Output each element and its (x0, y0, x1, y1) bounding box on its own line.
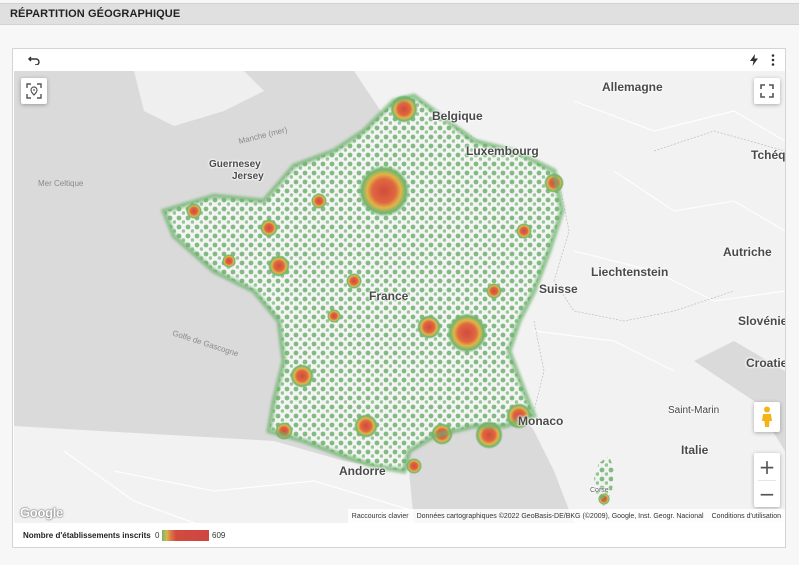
label-allemagne: Allemagne (602, 80, 663, 94)
fullscreen-icon[interactable] (754, 78, 780, 104)
zoom-control: + − (754, 453, 780, 507)
label-andorre: Andorre (339, 464, 386, 478)
legend-min: 0 (155, 531, 160, 540)
label-france: France (369, 289, 409, 303)
label-guernesey: Guernesey (209, 159, 261, 170)
locate-icon[interactable] (21, 78, 47, 104)
label-autriche: Autriche (723, 245, 772, 259)
legend-gradient-bar (162, 530, 209, 541)
pegman-icon[interactable] (754, 402, 780, 432)
label-luxembourg: Luxembourg (466, 144, 539, 158)
label-jersey: Jersey (232, 171, 264, 182)
label-tcheque: Tchéqu (751, 148, 785, 162)
zoom-out-button[interactable]: − (754, 481, 780, 507)
undo-icon[interactable] (25, 51, 43, 69)
section-title: RÉPARTITION GÉOGRAPHIQUE (10, 8, 181, 20)
legend-max: 609 (212, 531, 226, 540)
google-logo: Google (20, 505, 63, 520)
label-corse: Corse (590, 487, 609, 494)
map-card: Allemagne Belgique Luxembourg Tchéqu Man… (12, 48, 786, 548)
map-legend: Nombre d'établissements inscrits 0 609 (13, 525, 785, 547)
heatmap-map[interactable]: Allemagne Belgique Luxembourg Tchéqu Man… (14, 71, 785, 523)
terms-link[interactable]: Conditions d'utilisation (712, 513, 781, 520)
label-saint-marin: Saint-Marin (668, 405, 720, 416)
section-header: RÉPARTITION GÉOGRAPHIQUE (0, 3, 799, 25)
lightning-icon[interactable] (745, 51, 763, 69)
label-slovenie: Slovénie (738, 314, 785, 328)
label-belgique: Belgique (432, 109, 483, 123)
label-italie: Italie (681, 443, 709, 457)
label-monaco: Monaco (518, 414, 564, 428)
label-suisse: Suisse (539, 282, 578, 296)
legend-title: Nombre d'établissements inscrits (23, 531, 151, 540)
label-croatie: Croatie (746, 356, 785, 370)
map-attribution: Raccourcis clavier Données cartographiqu… (347, 509, 785, 523)
map-data-credit: Données cartographiques ©2022 GeoBasis-D… (416, 512, 704, 520)
zoom-in-button[interactable]: + (754, 454, 780, 480)
more-vert-icon[interactable] (764, 51, 782, 69)
keyboard-shortcuts-link[interactable]: Raccourcis clavier (352, 513, 409, 520)
card-toolbar (13, 49, 785, 71)
label-mer-celtique: Mer Celtique (38, 179, 84, 188)
label-liechtenstein: Liechtenstein (591, 265, 669, 279)
